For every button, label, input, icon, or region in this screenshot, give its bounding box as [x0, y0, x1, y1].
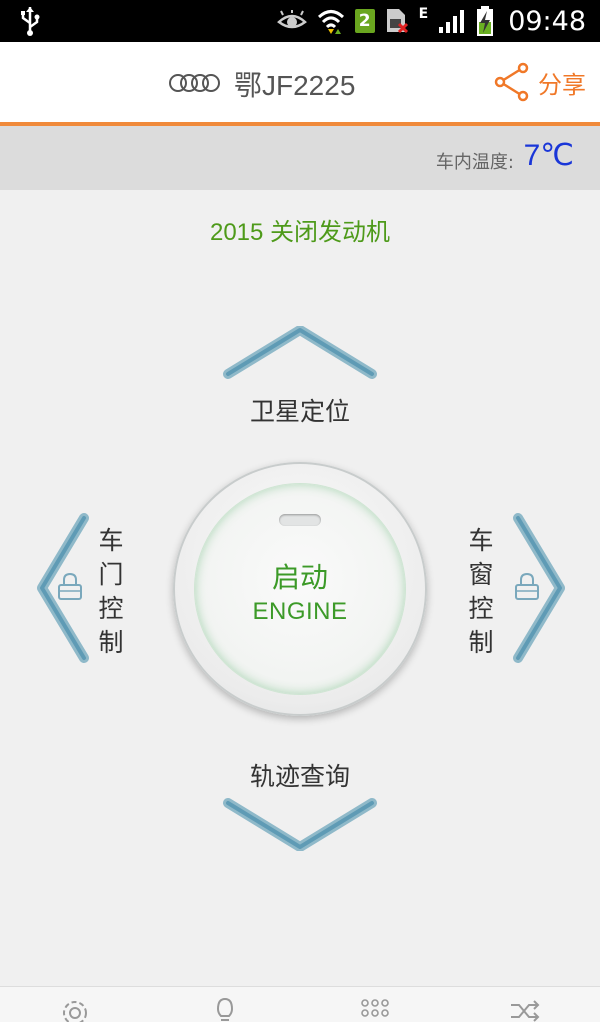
signal-icon [439, 10, 465, 33]
sim-card-error-icon [386, 9, 408, 34]
wifi-icon [317, 10, 344, 34]
engine-status-text: 2015 关闭发动机 [209, 219, 391, 246]
window-control-char: 窗 [468, 560, 494, 589]
clock: 09:48 [508, 5, 586, 37]
satellite-location-button[interactable]: 卫星定位 [0, 392, 600, 428]
door-control-char: 制 [98, 628, 124, 657]
app-header: 鄂JF2225 分享 [0, 42, 600, 122]
door-lock-icon [58, 572, 82, 600]
usb-icon [21, 7, 40, 36]
engine-start-button[interactable]: 启动 ENGINE [173, 462, 427, 716]
status-bar: 2 E 09:48 [0, 0, 600, 42]
temperature-value: 7℃ [523, 139, 574, 172]
window-control-button[interactable]: 车 窗 控 制 [466, 524, 496, 660]
door-control-button[interactable]: 车 门 控 制 [96, 524, 126, 660]
door-control-char: 车 [98, 526, 124, 555]
share-label: 分享 [538, 70, 586, 99]
battery-charging-icon [477, 6, 494, 36]
door-control-char: 控 [98, 594, 124, 623]
audi-rings-icon [169, 74, 220, 92]
eye-icon [276, 10, 307, 29]
window-control-char: 控 [468, 594, 494, 623]
license-plate: 鄂JF2225 [234, 70, 356, 101]
share-icon [494, 62, 529, 102]
temperature-label: 车内温度: [435, 152, 514, 173]
satellite-location-up-arrow[interactable] [222, 326, 378, 382]
track-query-button[interactable]: 轨迹查询 [0, 757, 600, 793]
shuffle-icon[interactable] [508, 995, 542, 1022]
grid-icon[interactable] [358, 995, 392, 1022]
sim-slot-indicator: 2 [354, 9, 375, 33]
gear-icon[interactable] [58, 995, 92, 1022]
share-button[interactable]: 分享 [494, 62, 586, 102]
track-query-down-arrow[interactable] [222, 795, 378, 851]
temperature-bar: 车内温度: 7℃ [0, 126, 600, 190]
window-control-char: 车 [468, 526, 494, 555]
door-control-char: 门 [98, 560, 124, 589]
engine-start-label: 启动 [271, 561, 328, 594]
engine-indicator-slot [279, 514, 321, 526]
bulb-icon[interactable] [208, 995, 242, 1022]
window-control-char: 制 [468, 628, 494, 657]
engine-sub-label: ENGINE [252, 598, 348, 625]
window-lock-icon [515, 572, 539, 600]
network-type: E [418, 6, 429, 22]
bottom-navigation [0, 986, 600, 1022]
